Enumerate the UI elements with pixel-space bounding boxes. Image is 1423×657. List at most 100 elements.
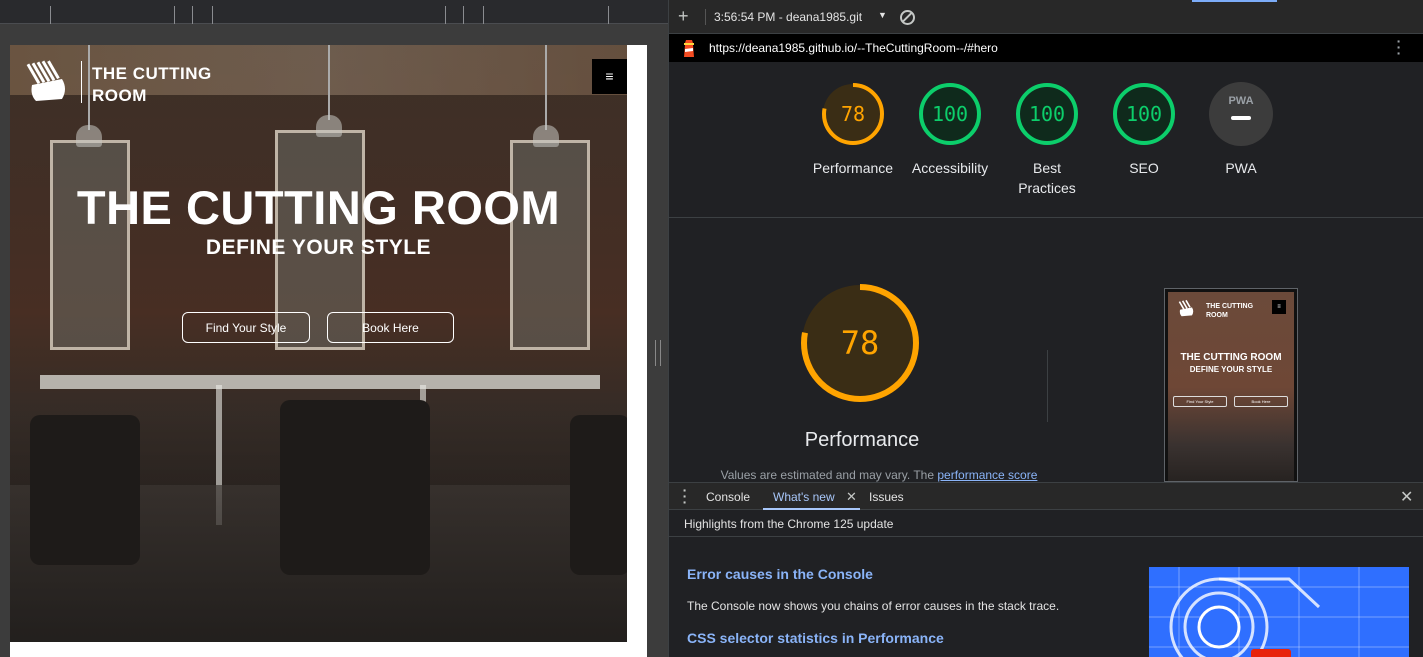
logo-divider xyxy=(81,61,82,103)
ruler-tick xyxy=(483,6,484,24)
chrome-update-illustration-icon xyxy=(1149,567,1409,657)
lamp xyxy=(533,125,559,147)
lighthouse-icon xyxy=(684,40,694,57)
best-practices-label: Best Practices xyxy=(1018,160,1076,196)
accessibility-label: Accessibility xyxy=(911,160,989,176)
performance-detail: 78 Performance Values are estimated and … xyxy=(669,218,1423,482)
ruler-tick xyxy=(50,6,51,24)
tab-whats-new[interactable]: What's new xyxy=(773,490,835,504)
seo-score: 100 xyxy=(1126,102,1162,126)
whats-new-header: Highlights from the Chrome 125 update xyxy=(669,510,1423,537)
whats-new-illustration[interactable] xyxy=(1149,567,1409,657)
pwa-badge-icon: PWA xyxy=(1209,82,1273,146)
thumbnail-menu-icon: ≡ xyxy=(1272,300,1286,314)
error-causes-description: The Console now shows you chains of erro… xyxy=(687,599,1060,613)
book-here-button[interactable]: Book Here xyxy=(327,312,454,343)
barber-chair xyxy=(570,415,627,575)
counter xyxy=(40,375,600,389)
ruler-tick xyxy=(174,6,175,24)
thumbnail-brand-line-2: ROOM xyxy=(1206,312,1228,319)
device-ruler xyxy=(0,0,668,24)
barber-chair xyxy=(30,415,140,565)
accessibility-score: 100 xyxy=(932,102,968,126)
ruler-tick xyxy=(192,6,193,24)
thumbnail-find-style-button: Find Your Style xyxy=(1173,396,1227,407)
close-tab-icon[interactable]: ✕ xyxy=(846,489,857,505)
hamburger-menu-button[interactable]: ≡ xyxy=(592,59,627,94)
estimate-note: Values are estimated and may vary. The p… xyxy=(704,468,1054,482)
score-summary: 78 Performance 100 Accessibility 100 Bes… xyxy=(669,62,1423,218)
close-drawer-icon[interactable]: ✕ xyxy=(1400,487,1413,507)
active-panel-indicator xyxy=(1192,0,1277,2)
devtools-panel: + 3:56:54 PM - deana1985.git ▼ https://d… xyxy=(668,0,1423,657)
ruler-tick xyxy=(212,6,213,24)
clear-reports-icon[interactable] xyxy=(900,10,915,25)
tab-console[interactable]: Console xyxy=(706,490,750,504)
brand-name[interactable]: THE CUTTING ROOM xyxy=(92,63,212,107)
page-preview: THE CUTTING ROOM ≡ THE CUTTING ROOM DEFI… xyxy=(10,45,647,657)
thumbnail-hero-subtitle: DEFINE YOUR STYLE xyxy=(1189,365,1273,374)
drawer-tabbar: · · · Console What's new ✕ Issues ✕ xyxy=(669,482,1423,510)
gauge-pwa[interactable]: PWA PWA xyxy=(1191,82,1291,178)
seo-label: SEO xyxy=(1129,160,1159,176)
pwa-label: PWA xyxy=(1225,160,1257,176)
report-url: https://deana1985.github.io/--TheCutting… xyxy=(709,41,998,55)
performance-gauge-ring: 78 xyxy=(822,83,884,145)
comb-logo-icon xyxy=(26,60,65,101)
gauge-seo[interactable]: 100 SEO xyxy=(1094,82,1194,178)
whats-new-heading: Highlights from the Chrome 125 update xyxy=(684,517,894,531)
hero-title: THE CUTTING ROOM xyxy=(76,181,561,234)
hero-section: THE CUTTING ROOM ≡ THE CUTTING ROOM DEFI… xyxy=(10,45,627,642)
tab-issues[interactable]: Issues xyxy=(869,490,904,504)
screen: THE CUTTING ROOM ≡ THE CUTTING ROOM DEFI… xyxy=(0,0,1423,657)
error-causes-link[interactable]: Error causes in the Console xyxy=(687,566,873,582)
new-report-icon[interactable]: + xyxy=(678,6,689,27)
seo-gauge-ring: 100 xyxy=(1113,83,1175,145)
css-selector-stats-link[interactable]: CSS selector statistics in Performance xyxy=(687,630,944,646)
gauge-best-practices[interactable]: 100 Best Practices xyxy=(997,82,1097,198)
thumbnail-hero-title: THE CUTTING ROOM xyxy=(1180,352,1282,363)
best-practices-gauge-ring: 100 xyxy=(1016,83,1078,145)
ruler-tick xyxy=(608,6,609,24)
lamp xyxy=(76,125,102,147)
ruler-tick xyxy=(445,6,446,24)
performance-score: 78 xyxy=(841,102,865,126)
report-url-bar: https://deana1985.github.io/--TheCutting… xyxy=(669,34,1423,62)
lamp xyxy=(316,115,342,137)
hero-subtitle: DEFINE YOUR STYLE xyxy=(205,236,432,259)
thumbnail-brand-line-1: THE CUTTING xyxy=(1206,303,1254,310)
report-selector[interactable]: 3:56:54 PM - deana1985.git xyxy=(714,10,862,24)
drawer-menu-icon[interactable]: · · · xyxy=(682,483,688,509)
barber-chair xyxy=(280,400,430,575)
ruler-tick xyxy=(463,6,464,24)
dropdown-caret-icon[interactable]: ▼ xyxy=(878,10,887,20)
find-your-style-button[interactable]: Find Your Style xyxy=(182,312,310,343)
whats-new-content: Error causes in the Console The Console … xyxy=(669,537,1423,657)
lamp-cord xyxy=(88,45,90,130)
lighthouse-toolbar: + 3:56:54 PM - deana1985.git ▼ xyxy=(669,0,1423,34)
gauge-performance[interactable]: 78 Performance xyxy=(803,82,903,178)
device-viewport: THE CUTTING ROOM ≡ THE CUTTING ROOM DEFI… xyxy=(0,0,668,657)
performance-large-score: 78 xyxy=(841,324,880,362)
toolbar-separator xyxy=(705,9,706,25)
thumbnail-hero: THE CUTTING ROOM ≡ THE CUTTING ROOM DEFI… xyxy=(1168,292,1294,481)
brand-line-1: THE CUTTING xyxy=(92,64,212,83)
thumbnail-comb-logo-icon xyxy=(1178,299,1194,317)
lamp-cord xyxy=(545,45,547,130)
accessibility-gauge-ring: 100 xyxy=(919,83,981,145)
thumbnail-book-button: Book Here xyxy=(1234,396,1288,407)
final-screenshot-thumbnail[interactable]: THE CUTTING ROOM ≡ THE CUTTING ROOM DEFI… xyxy=(1164,288,1298,482)
more-options-icon[interactable]: · · · xyxy=(1394,34,1404,60)
brand-line-2: ROOM xyxy=(92,86,147,105)
detail-divider xyxy=(1047,350,1048,422)
performance-large-label: Performance xyxy=(804,429,920,451)
best-practices-score: 100 xyxy=(1029,102,1065,126)
pwa-badge-text: PWA xyxy=(1228,95,1253,107)
panel-resize-handle[interactable] xyxy=(655,340,661,366)
performance-label: Performance xyxy=(812,160,894,176)
performance-large-gauge: 78 xyxy=(801,284,919,402)
estimate-note-text: Values are estimated and may vary. The xyxy=(720,468,938,482)
gauge-accessibility[interactable]: 100 Accessibility xyxy=(900,82,1000,178)
performance-score-link[interactable]: performance score xyxy=(937,468,1037,482)
lamp-cord xyxy=(328,45,330,120)
